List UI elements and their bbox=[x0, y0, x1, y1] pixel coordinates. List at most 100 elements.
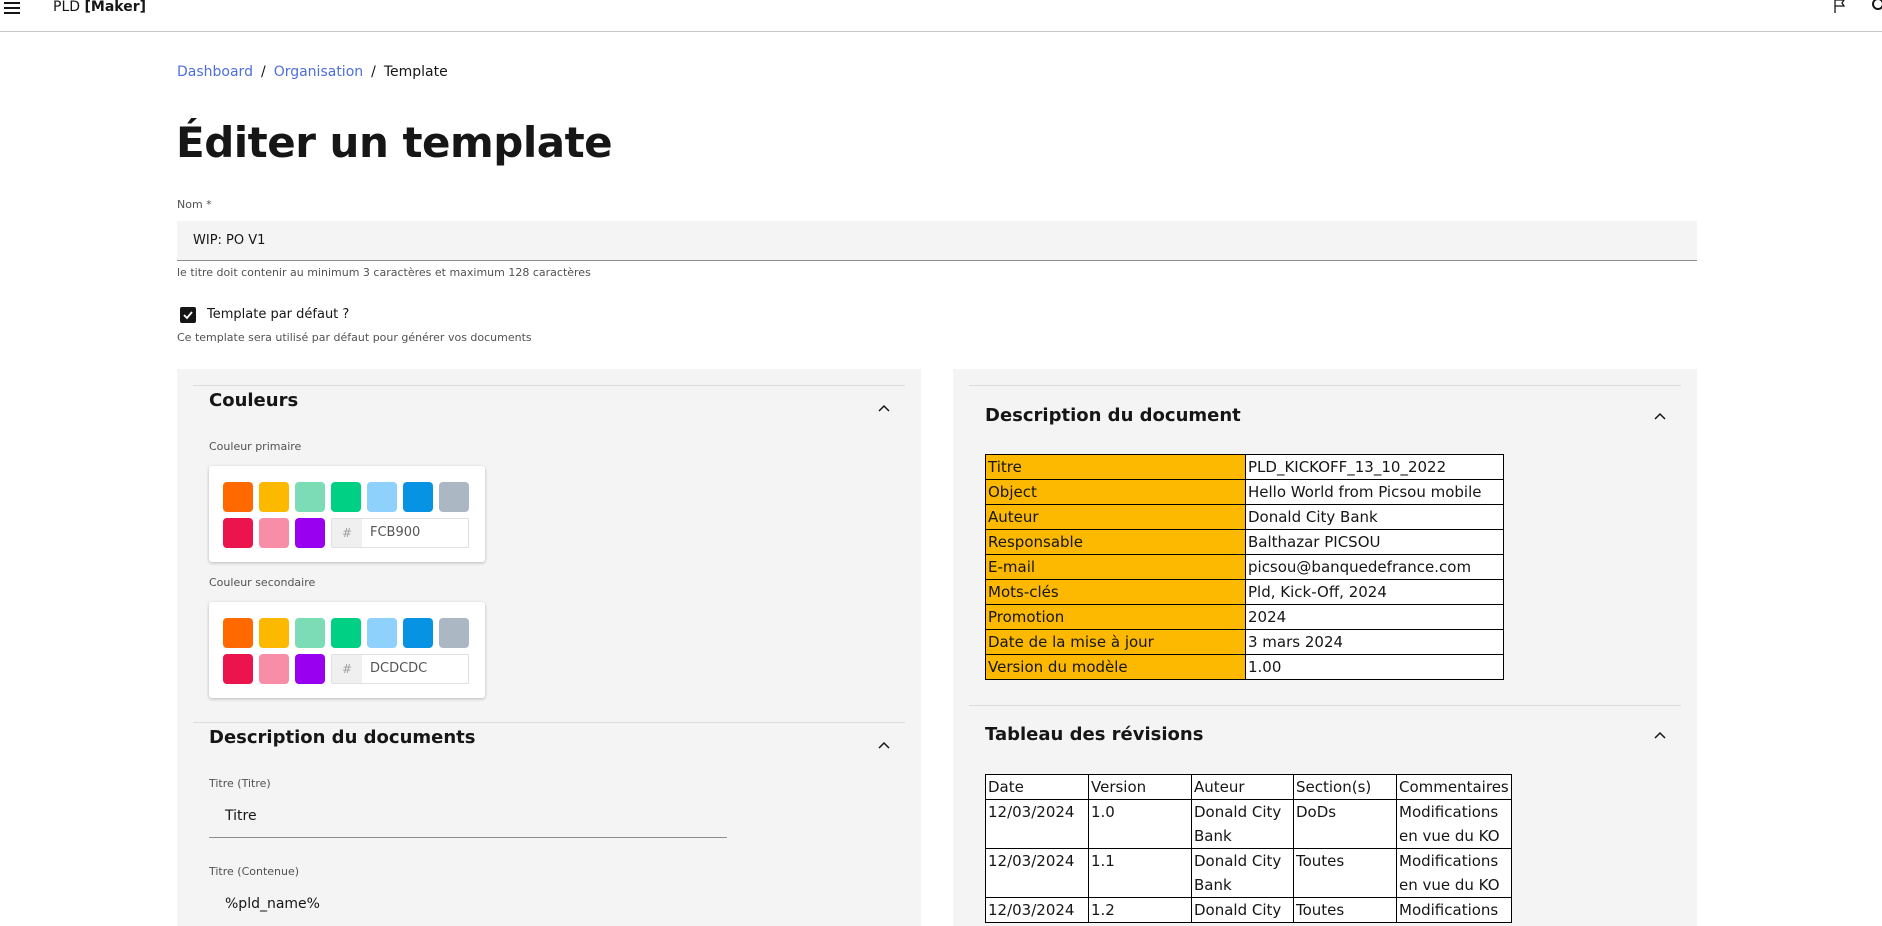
color-swatch[interactable] bbox=[439, 482, 469, 512]
color-swatch[interactable] bbox=[331, 618, 361, 648]
table-cell: 12/03/2024 bbox=[985, 799, 1089, 849]
default-template-checkbox[interactable] bbox=[180, 307, 196, 323]
color-swatch[interactable] bbox=[223, 618, 253, 648]
title-field-label: Titre (Titre) bbox=[209, 777, 271, 790]
table-cell-key: Responsable bbox=[985, 529, 1246, 555]
doc-form-section-title[interactable]: Description du documents bbox=[209, 727, 475, 748]
user-icon[interactable] bbox=[1872, 0, 1882, 10]
preview-panel: Description du document Titre PLD_KICKOFF… bbox=[953, 369, 1697, 926]
checkmark-icon bbox=[183, 311, 193, 320]
table-cell: Modifications en vue du KO bbox=[1396, 799, 1512, 849]
title-content-label: Titre (Contenue) bbox=[209, 865, 300, 878]
flag-icon[interactable] bbox=[1834, 0, 1846, 13]
document-description-table: Titre PLD_KICKOFF_13_10_2022 Object Hello … bbox=[985, 454, 1504, 680]
table-header-cell: Version bbox=[1088, 774, 1192, 800]
color-swatch[interactable] bbox=[295, 618, 325, 648]
color-swatch[interactable] bbox=[295, 518, 325, 548]
chevron-up-icon[interactable] bbox=[878, 404, 890, 412]
table-cell-key: Object bbox=[985, 479, 1246, 505]
color-swatch[interactable] bbox=[259, 482, 289, 512]
name-helper: le titre doit contenir au minimum 3 cara… bbox=[177, 266, 591, 279]
primary-hex-input[interactable]: # FCB900 bbox=[331, 518, 469, 548]
color-swatch[interactable] bbox=[439, 618, 469, 648]
table-header-cell: Section(s) bbox=[1293, 774, 1397, 800]
table-cell: 12/03/2024 bbox=[985, 897, 1089, 923]
color-swatch[interactable] bbox=[367, 482, 397, 512]
table-cell: Donald City Bank bbox=[1191, 848, 1294, 898]
section-divider bbox=[193, 722, 905, 723]
page-title: Éditer un template bbox=[176, 118, 613, 167]
table-row: Object Hello World from Picsou mobile bbox=[985, 479, 1504, 505]
colors-section-title[interactable]: Couleurs bbox=[209, 390, 298, 411]
default-template-label[interactable]: Template par défaut ? bbox=[207, 307, 349, 322]
secondary-color-picker: # DCDCDC bbox=[209, 602, 485, 698]
table-row: Titre PLD_KICKOFF_13_10_2022 bbox=[985, 454, 1504, 480]
table-cell: Donald City bbox=[1191, 897, 1294, 923]
primary-hex-value[interactable]: FCB900 bbox=[370, 519, 420, 547]
color-swatch[interactable] bbox=[223, 482, 253, 512]
color-swatch[interactable] bbox=[223, 654, 253, 684]
secondary-color-label: Couleur secondaire bbox=[209, 576, 316, 589]
table-header-cell: Auteur bbox=[1191, 774, 1294, 800]
primary-color-label: Couleur primaire bbox=[209, 440, 302, 453]
table-cell-key: Date de la mise à jour bbox=[985, 629, 1246, 655]
table-row: Version du modèle 1.00 bbox=[985, 654, 1504, 680]
chevron-up-icon[interactable] bbox=[1654, 412, 1666, 420]
table-cell: 12/03/2024 bbox=[985, 848, 1089, 898]
table-cell: DoDs bbox=[1293, 799, 1397, 849]
table-row: Auteur Donald City Bank bbox=[985, 504, 1504, 530]
preview-description-title[interactable]: Description du document bbox=[985, 405, 1241, 426]
color-swatch[interactable] bbox=[367, 618, 397, 648]
section-divider bbox=[969, 385, 1681, 386]
color-swatch[interactable] bbox=[259, 518, 289, 548]
table-cell: Modifications en vue du KO bbox=[1396, 848, 1512, 898]
table-cell-key: Mots-clés bbox=[985, 579, 1246, 605]
color-swatch[interactable] bbox=[403, 482, 433, 512]
chevron-up-icon[interactable] bbox=[1654, 731, 1666, 739]
hash-prefix: # bbox=[332, 519, 362, 547]
default-template-helper: Ce template sera utilisé par défaut pour… bbox=[177, 331, 532, 344]
app-brand[interactable]: PLD [Maker] bbox=[53, 0, 146, 15]
section-divider bbox=[193, 385, 905, 386]
table-cell: Toutes bbox=[1293, 848, 1397, 898]
table-cell: 1.1 bbox=[1088, 848, 1192, 898]
breadcrumb-dashboard[interactable]: Dashboard bbox=[177, 64, 253, 80]
color-swatch[interactable] bbox=[295, 482, 325, 512]
chevron-up-icon[interactable] bbox=[878, 741, 890, 749]
color-swatch[interactable] bbox=[295, 654, 325, 684]
breadcrumb-separator: / bbox=[260, 64, 266, 80]
table-cell: Toutes bbox=[1293, 897, 1397, 923]
table-header-row: Date Version Auteur Section(s) Commentai… bbox=[985, 774, 1512, 800]
color-swatch[interactable] bbox=[331, 482, 361, 512]
hamburger-menu-icon[interactable] bbox=[4, 2, 20, 16]
table-cell-value: 3 mars 2024 bbox=[1245, 629, 1504, 655]
table-cell: Donald City Bank bbox=[1191, 799, 1294, 849]
secondary-hex-value[interactable]: DCDCDC bbox=[370, 655, 427, 683]
breadcrumb: Dashboard / Organisation / Template bbox=[177, 64, 448, 80]
table-cell-value: Pld, Kick-Off, 2024 bbox=[1245, 579, 1504, 605]
color-swatch[interactable] bbox=[403, 618, 433, 648]
brand-prefix: PLD bbox=[53, 0, 85, 15]
table-cell: Modifications bbox=[1396, 897, 1512, 923]
editor-panel: Couleurs Couleur primaire # FCB900 Coule… bbox=[177, 369, 921, 926]
table-header-cell: Commentaires bbox=[1396, 774, 1512, 800]
table-row: Mots-clés Pld, Kick-Off, 2024 bbox=[985, 579, 1504, 605]
breadcrumb-organisation[interactable]: Organisation bbox=[274, 64, 363, 80]
table-cell-value: 1.00 bbox=[1245, 654, 1504, 680]
color-swatch[interactable] bbox=[223, 518, 253, 548]
color-swatch[interactable] bbox=[259, 618, 289, 648]
secondary-hex-input[interactable]: # DCDCDC bbox=[331, 654, 469, 684]
table-row: Responsable Balthazar PICSOU bbox=[985, 529, 1504, 555]
preview-revisions-title[interactable]: Tableau des révisions bbox=[985, 724, 1203, 745]
name-input[interactable] bbox=[177, 221, 1697, 261]
table-cell-key: Titre bbox=[985, 454, 1246, 480]
table-cell: 1.0 bbox=[1088, 799, 1192, 849]
table-cell-key: Promotion bbox=[985, 604, 1246, 630]
primary-color-picker: # FCB900 bbox=[209, 466, 485, 562]
table-header-cell: Date bbox=[985, 774, 1089, 800]
breadcrumb-separator: / bbox=[371, 64, 376, 80]
color-swatch[interactable] bbox=[259, 654, 289, 684]
title-field-input[interactable]: Titre bbox=[209, 798, 727, 838]
table-cell: 1.2 bbox=[1088, 897, 1192, 923]
title-content-input[interactable]: %pld_name% bbox=[209, 886, 727, 926]
